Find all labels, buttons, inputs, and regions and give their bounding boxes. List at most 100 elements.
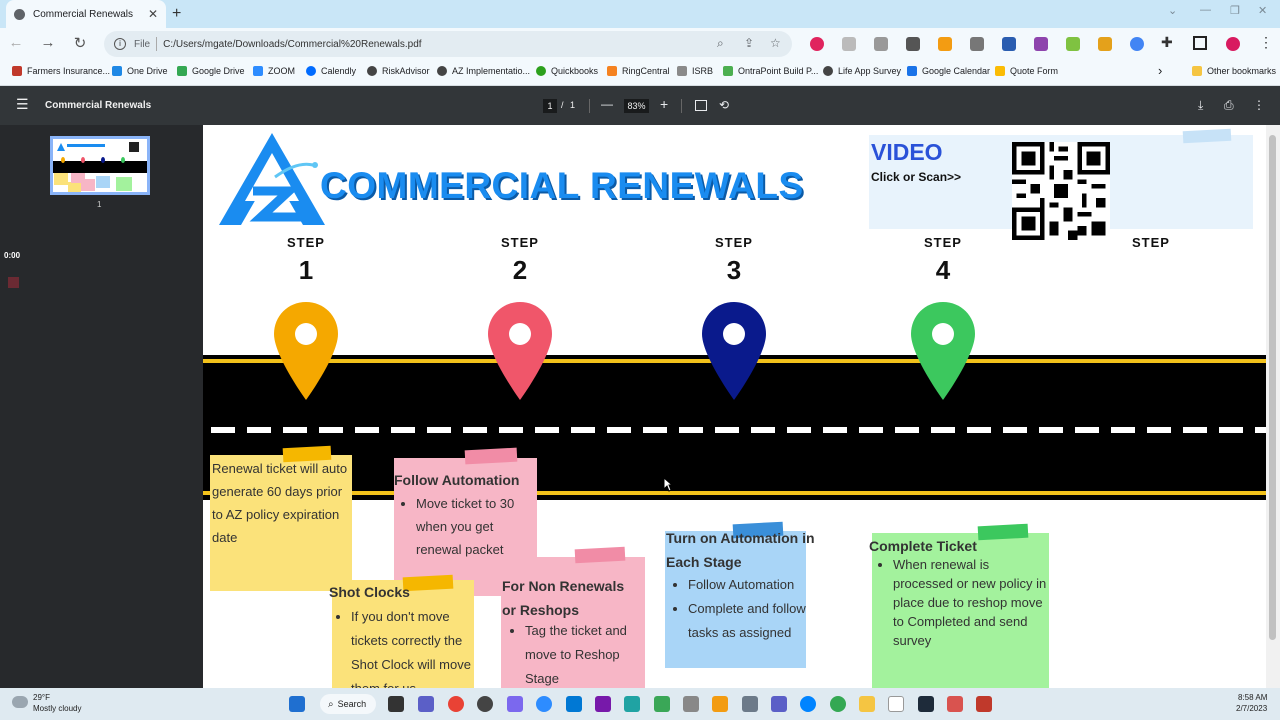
bookmark-item[interactable]: Google Calendar: [907, 66, 990, 76]
bookmark-item[interactable]: RingCentral: [607, 66, 670, 76]
more-bookmarks-icon[interactable]: ›: [1158, 63, 1162, 78]
pdf-toolbar: ☰ Commercial Renewals 1 / 1 — 83% + ⟲ ⤓ …: [0, 86, 1280, 125]
extension-icon[interactable]: [1066, 37, 1080, 51]
address-bar[interactable]: i File C:/Users/mgate/Downloads/Commerci…: [104, 31, 792, 57]
bookmark-icon: [723, 66, 733, 76]
thumbnail-page-number: 1: [97, 200, 102, 209]
extension-icon[interactable]: [1002, 37, 1016, 51]
bookmark-item[interactable]: OntraPoint Build P...: [723, 66, 818, 76]
reload-icon[interactable]: ↻: [70, 34, 90, 52]
minimize-icon[interactable]: —: [1200, 4, 1211, 16]
file-explorer-icon[interactable]: [859, 696, 875, 712]
bookmark-icon: [823, 66, 833, 76]
other-bookmarks[interactable]: Other bookmarks: [1192, 66, 1276, 76]
quickbooks-icon: [536, 66, 546, 76]
download-icon[interactable]: ⤓: [1198, 98, 1203, 113]
rotate-icon[interactable]: ⟲: [719, 98, 729, 112]
bookmarks-bar: Farmers Insurance... One Drive Google Dr…: [0, 60, 1280, 86]
chrome-menu-icon[interactable]: ⋮: [1259, 34, 1273, 51]
app-icon[interactable]: [742, 696, 758, 712]
stop-recording-button[interactable]: [8, 277, 19, 288]
zoom-input[interactable]: 83%: [624, 99, 649, 113]
app-icon[interactable]: [507, 696, 523, 712]
extension-icon[interactable]: [906, 37, 920, 51]
acrobat-icon[interactable]: [976, 696, 992, 712]
menu-icon[interactable]: ☰: [16, 96, 29, 113]
print-icon[interactable]: ⎙: [1224, 98, 1234, 113]
bookmark-item[interactable]: AZ Implementatio...: [437, 66, 530, 76]
zoom-out-icon[interactable]: —: [601, 97, 613, 111]
app-icon[interactable]: [918, 696, 934, 712]
note-item: Tag the ticket and move to Reshop Stage: [525, 619, 645, 688]
outlook-icon[interactable]: [566, 696, 582, 712]
onenote-icon[interactable]: [595, 696, 611, 712]
code-extension-icon[interactable]: [874, 37, 888, 51]
scrollbar-thumb[interactable]: [1269, 135, 1276, 640]
app-icon[interactable]: [654, 696, 670, 712]
zoom-icon[interactable]: ⌕: [717, 36, 724, 51]
adblock-extension-icon[interactable]: [810, 37, 824, 51]
page-total: 1: [570, 100, 576, 110]
bookmark-item[interactable]: Farmers Insurance...: [12, 66, 110, 76]
windows-start-icon[interactable]: [289, 696, 305, 712]
bookmark-item[interactable]: Life App Survey: [823, 66, 901, 76]
extension-icon[interactable]: [1098, 37, 1112, 51]
close-window-icon[interactable]: ✕: [1258, 4, 1267, 17]
app-icon[interactable]: [712, 696, 728, 712]
extension-icon[interactable]: [938, 37, 952, 51]
zoom-in-icon[interactable]: +: [660, 96, 668, 112]
clock-time[interactable]: 8:58 AM: [1238, 693, 1267, 702]
teams-icon[interactable]: [418, 696, 434, 712]
app-icon[interactable]: [624, 696, 640, 712]
close-tab-icon[interactable]: ✕: [148, 7, 158, 21]
messenger-icon[interactable]: [800, 696, 816, 712]
clock-date[interactable]: 2/7/2023: [1236, 704, 1267, 713]
dell-icon[interactable]: [477, 696, 493, 712]
search-label: Search: [337, 699, 367, 709]
chrome-icon[interactable]: [448, 696, 464, 712]
bookmark-item[interactable]: Quote Form: [995, 66, 1058, 76]
bookmark-item[interactable]: ISRB: [677, 66, 713, 76]
more-options-icon[interactable]: ⋮: [1253, 98, 1265, 112]
vertical-scrollbar[interactable]: [1266, 125, 1280, 688]
new-tab-button[interactable]: +: [172, 5, 181, 23]
bookmark-item[interactable]: Google Drive: [177, 66, 245, 76]
page-thumbnail[interactable]: [50, 136, 150, 195]
bookmark-item[interactable]: One Drive: [112, 66, 168, 76]
app-icon[interactable]: [947, 696, 963, 712]
app-icon[interactable]: [683, 696, 699, 712]
chrome-icon[interactable]: [830, 696, 846, 712]
info-icon[interactable]: i: [114, 38, 126, 50]
zoom-app-icon[interactable]: [536, 696, 552, 712]
back-icon[interactable]: ←: [6, 34, 26, 51]
bookmark-item[interactable]: Quickbooks: [536, 66, 598, 76]
weather-temp[interactable]: 29°F: [33, 693, 50, 702]
extension-icon[interactable]: [1034, 37, 1048, 51]
side-panel-icon[interactable]: [1193, 36, 1207, 50]
bookmark-item[interactable]: Calendly: [306, 66, 356, 76]
fit-page-icon[interactable]: [695, 100, 707, 111]
tape-decoration: [574, 546, 626, 564]
bookmark-item[interactable]: RiskAdvisor: [367, 66, 430, 76]
taskbar-search[interactable]: ⌕ Search: [320, 694, 376, 714]
notepad-icon[interactable]: [888, 696, 904, 712]
share-icon[interactable]: ⇪: [744, 36, 754, 50]
forward-icon[interactable]: →: [38, 34, 58, 51]
drive-icon: [177, 66, 187, 76]
bookmark-item[interactable]: ZOOM: [253, 66, 295, 76]
chevron-down-icon[interactable]: ⌄: [1168, 4, 1177, 17]
puzzle-extensions-icon[interactable]: ✚: [1161, 34, 1173, 51]
recycle-extension-icon[interactable]: [970, 37, 984, 51]
restore-icon[interactable]: ❐: [1230, 4, 1240, 17]
settings-icon[interactable]: [771, 696, 787, 712]
google-icon[interactable]: [1130, 37, 1144, 51]
tab-commercial-renewals[interactable]: Commercial Renewals ✕: [6, 0, 166, 28]
profile-avatar[interactable]: [1226, 37, 1240, 51]
page-input[interactable]: 1: [543, 99, 557, 113]
task-view-icon[interactable]: [388, 696, 404, 712]
bookmark-star-icon[interactable]: ☆: [770, 36, 781, 50]
qr-code[interactable]: [1012, 142, 1110, 240]
address-text: C:/Users/mgate/Downloads/Commercial%20Re…: [163, 38, 422, 50]
weather-desc[interactable]: Mostly cloudy: [33, 704, 81, 713]
extension-icon[interactable]: [842, 37, 856, 51]
